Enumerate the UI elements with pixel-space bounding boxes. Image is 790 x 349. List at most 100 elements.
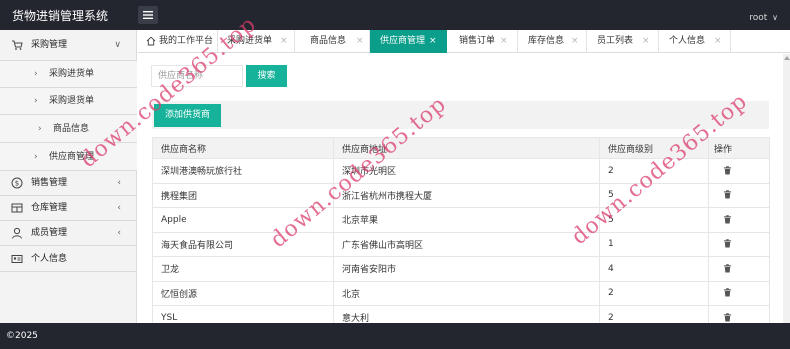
close-icon[interactable]: × <box>280 36 288 47</box>
table-cell-name: 携程集团 <box>152 182 334 208</box>
svg-text:$: $ <box>15 180 19 188</box>
sidebar-item-label: 个人信息 <box>31 253 68 264</box>
tab-label: 库存信息 <box>528 36 565 46</box>
table-cell-actions <box>708 158 770 184</box>
table-row: Apple 北京苹果 5 <box>152 207 770 233</box>
table-cell-level: 2 <box>599 280 709 306</box>
tab-workbench[interactable]: 我的工作平台 <box>138 30 218 53</box>
supplier-table: 供应商名称 供应商地址 供应商级别 操作 深圳港澳畅玩旅行社 深圳市光明区 2 携程集… <box>152 137 770 331</box>
dollar-icon: $ <box>11 177 23 189</box>
table-cell-address: 北京 <box>333 280 600 306</box>
sidebar-item-sales[interactable]: $ 销售管理 ‹ <box>0 171 137 196</box>
trash-icon[interactable] <box>723 264 732 273</box>
table-cell-name: Apple <box>152 207 334 233</box>
sidebar-subitem-label: 商品信息 <box>53 123 90 134</box>
table-cell-address: 河南省安阳市 <box>333 256 600 282</box>
column-header: 操作 <box>708 137 770 159</box>
tab-supplier[interactable]: 供应商管理 × <box>370 30 447 53</box>
menu-toggle-button[interactable] <box>138 6 158 24</box>
scroll-up-icon[interactable] <box>784 56 790 60</box>
top-bar: 货物进销管理系统 root ∨ <box>0 0 790 30</box>
footer-copyright: ©2025 <box>6 331 38 341</box>
sidebar-subitem-product-info[interactable]: › 商品信息 <box>0 115 137 143</box>
table-header-row: 供应商名称 供应商地址 供应商级别 操作 <box>152 137 770 159</box>
table-cell-name: 海天食品有限公司 <box>152 231 334 257</box>
warehouse-icon <box>11 203 23 213</box>
tab-label: 销售订单 <box>459 36 496 46</box>
tab-inventory[interactable]: 库存信息 × <box>518 30 587 53</box>
sidebar-subitem-purchase-order[interactable]: › 采购进货单 <box>0 61 137 88</box>
app-title: 货物进销管理系统 <box>12 9 109 23</box>
table-cell-level: 5 <box>599 182 709 208</box>
sidebar-item-label: 成员管理 <box>31 228 68 238</box>
hamburger-icon <box>143 11 153 19</box>
tab-profile[interactable]: 个人信息 × <box>659 30 731 53</box>
chevron-down-icon: ∨ <box>772 13 778 22</box>
sidebar-subitem-label: 采购进货单 <box>49 69 95 79</box>
tab-purchase-order[interactable]: 采购进货单 × <box>218 30 295 53</box>
sidebar-item-purchase[interactable]: 采购管理 ∨ <box>0 30 137 61</box>
sidebar-subitem-label: 采购退货单 <box>49 96 95 106</box>
sidebar-item-members[interactable]: 成员管理 ‹ <box>0 221 137 246</box>
column-header: 供应商地址 <box>333 137 600 159</box>
trash-icon[interactable] <box>723 239 732 248</box>
trash-icon[interactable] <box>723 166 732 175</box>
trash-icon[interactable] <box>723 288 732 297</box>
table-row: 忆恒创源 北京 2 <box>152 280 770 306</box>
user-name: root <box>749 13 768 23</box>
chevron-left-icon: ‹ <box>117 228 121 238</box>
close-icon[interactable]: × <box>356 36 364 47</box>
home-icon <box>146 36 156 46</box>
add-supplier-button[interactable]: 添加供货商 <box>154 104 221 127</box>
sidebar-item-profile[interactable]: 个人信息 <box>0 246 137 272</box>
sidebar-subitem-purchase-return[interactable]: › 采购退货单 <box>0 88 137 115</box>
supplier-search-input[interactable]: 供应商名称 <box>151 65 243 87</box>
table-cell-name: 忆恒创源 <box>152 280 334 306</box>
search-button[interactable]: 搜索 <box>246 65 287 87</box>
table-toolbar <box>152 101 769 129</box>
user-menu[interactable]: root ∨ <box>749 13 778 23</box>
close-icon[interactable]: × <box>571 36 579 47</box>
scrollbar[interactable] <box>783 54 790 323</box>
table-cell-name: 卫龙 <box>152 256 334 282</box>
sidebar-subitem-label: 供应商管理 <box>49 151 95 162</box>
sidebar-item-label: 仓库管理 <box>31 203 68 213</box>
table-row: 携程集团 浙江省杭州市携程大厦 5 <box>152 182 770 208</box>
close-icon[interactable]: × <box>714 36 722 47</box>
chevron-right-icon: › <box>38 123 42 134</box>
chevron-right-icon: › <box>34 69 38 79</box>
footer: ©2025 <box>0 323 790 349</box>
tab-product-info[interactable]: 商品信息 × <box>295 30 370 53</box>
column-header: 供应商名称 <box>152 137 334 159</box>
chevron-right-icon: › <box>34 151 38 162</box>
table-row: 卫龙 河南省安阳市 4 <box>152 256 770 282</box>
close-icon[interactable]: × <box>429 36 437 47</box>
id-card-icon <box>11 254 23 263</box>
table-row: 海天食品有限公司 广东省佛山市高明区 1 <box>152 231 770 257</box>
column-header: 供应商级别 <box>599 137 709 159</box>
sidebar-item-label: 采购管理 <box>31 40 68 50</box>
table-cell-address: 浙江省杭州市携程大厦 <box>333 182 600 208</box>
trash-icon[interactable] <box>723 313 732 322</box>
tab-label: 我的工作平台 <box>159 36 214 46</box>
tab-sales-order[interactable]: 销售订单 × <box>447 30 518 53</box>
table-cell-actions <box>708 207 770 233</box>
trash-icon[interactable] <box>723 215 732 224</box>
cart-icon <box>12 40 23 50</box>
table-cell-level: 1 <box>599 231 709 257</box>
sidebar-item-warehouse[interactable]: 仓库管理 ‹ <box>0 196 137 221</box>
close-icon[interactable]: × <box>500 36 508 47</box>
trash-icon[interactable] <box>723 190 732 199</box>
table-cell-address: 广东省佛山市高明区 <box>333 231 600 257</box>
chevron-left-icon: ‹ <box>117 178 121 188</box>
sidebar-item-label: 销售管理 <box>31 178 68 188</box>
tab-staff-list[interactable]: 员工列表 × <box>587 30 659 53</box>
tab-label: 供应商管理 <box>380 36 426 46</box>
close-icon[interactable]: × <box>642 36 650 47</box>
user-icon <box>12 227 22 239</box>
table-cell-level: 5 <box>599 207 709 233</box>
table-cell-level: 2 <box>599 158 709 184</box>
table-cell-address: 北京苹果 <box>333 207 600 233</box>
table-cell-actions <box>708 256 770 282</box>
sidebar-subitem-supplier[interactable]: › 供应商管理 <box>0 143 137 171</box>
